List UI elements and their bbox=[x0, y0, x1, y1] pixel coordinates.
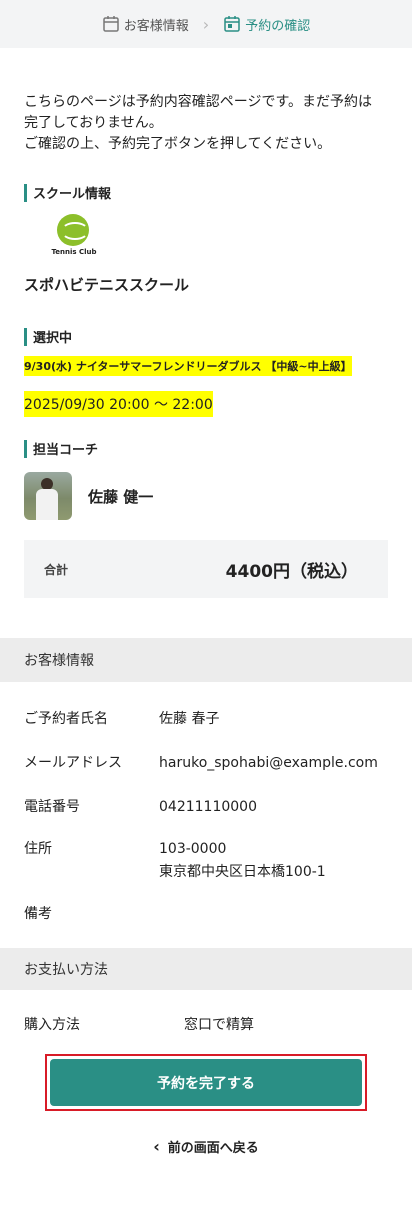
calendar-icon bbox=[224, 16, 240, 32]
school-name: スポハビテニススクール bbox=[24, 276, 190, 294]
customer-section-header: お客様情報 bbox=[0, 638, 412, 682]
total-value: 4400円（税込） bbox=[225, 561, 358, 582]
customer-info: ご予約者氏名 佐藤 春子 メールアドレス haruko_spohabi@exam… bbox=[0, 708, 412, 926]
heading-text: 担当コーチ bbox=[33, 443, 99, 458]
chevron-left-icon: ‹ bbox=[153, 1137, 160, 1156]
payment-value: 窓口で精算 bbox=[184, 1017, 254, 1033]
info-label: 住所 bbox=[24, 841, 52, 857]
avatar bbox=[24, 472, 72, 520]
complete-reservation-button[interactable]: 予約を完了する bbox=[50, 1059, 362, 1106]
info-label: メールアドレス bbox=[24, 755, 122, 771]
school-logo: Tennis Club bbox=[49, 214, 99, 262]
payment-row: 購入方法 窓口で精算 bbox=[0, 1014, 412, 1034]
step-label: お客様情報 bbox=[123, 18, 189, 34]
calendar-icon bbox=[103, 16, 119, 32]
payment-label: 購入方法 bbox=[24, 1017, 80, 1033]
selection-heading: 選択中 bbox=[24, 327, 388, 346]
progress-stepper: お客様情報 › 予約の確認 bbox=[0, 0, 412, 48]
heading-bar bbox=[24, 327, 27, 346]
address-zip: 103-0000 bbox=[159, 841, 227, 857]
lesson-datetime: 2025/09/30 20:00 〜 22:00 bbox=[24, 391, 213, 417]
info-value: haruko_spohabi@example.com bbox=[159, 755, 378, 771]
info-label: 電話番号 bbox=[24, 799, 80, 815]
payment-section-header: お支払い方法 bbox=[0, 948, 412, 990]
tennis-ball-icon bbox=[57, 214, 89, 246]
intro-line: 完了しておりません。 bbox=[24, 115, 163, 131]
info-label: 備考 bbox=[24, 906, 52, 922]
info-row-phone: 電話番号 04211110000 bbox=[24, 796, 388, 819]
coach-heading: 担当コーチ bbox=[24, 439, 388, 458]
address-line: 東京都中央区日本橋100-1 bbox=[159, 864, 326, 880]
school-heading: スクール情報 bbox=[24, 183, 388, 202]
step-label: 予約の確認 bbox=[245, 18, 311, 34]
intro-text: こちらのページは予約内容確認ページです。まだ予約は 完了しておりません。 ご確認… bbox=[24, 92, 388, 155]
heading-text: スクール情報 bbox=[33, 187, 112, 202]
logo-text: Tennis Club bbox=[51, 248, 97, 256]
heading-bar bbox=[24, 183, 27, 202]
chevron-right-icon: › bbox=[202, 14, 210, 34]
complete-button-focus-ring: 予約を完了する bbox=[45, 1054, 367, 1111]
info-label: ご予約者氏名 bbox=[24, 711, 108, 727]
info-row-email: メールアドレス haruko_spohabi@example.com bbox=[24, 752, 388, 775]
total-label: 合計 bbox=[44, 562, 69, 577]
lesson-title: 9/30(水) ナイターサマーフレンドリーダブルス 【中級~中上級】 bbox=[24, 356, 352, 376]
back-label: 前の画面へ戻る bbox=[167, 1141, 259, 1156]
info-value: 04211110000 bbox=[159, 799, 257, 815]
info-value: 佐藤 春子 bbox=[159, 711, 220, 727]
info-value bbox=[159, 903, 388, 926]
total-box: 合計 4400円（税込） bbox=[24, 540, 388, 598]
intro-line: ご確認の上、予約完了ボタンを押してください。 bbox=[24, 136, 332, 152]
info-row-name: ご予約者氏名 佐藤 春子 bbox=[24, 708, 388, 731]
coach-card: 佐藤 健一 bbox=[24, 472, 388, 520]
coach-name: 佐藤 健一 bbox=[88, 487, 154, 506]
heading-bar bbox=[24, 439, 27, 458]
step-customer-info: お客様情報 bbox=[102, 15, 189, 34]
info-row-notes: 備考 bbox=[24, 903, 388, 926]
step-confirm: 予約の確認 bbox=[223, 15, 310, 34]
intro-line: こちらのページは予約内容確認ページです。まだ予約は bbox=[24, 94, 373, 110]
heading-text: 選択中 bbox=[33, 331, 73, 346]
back-link[interactable]: ‹ 前の画面へ戻る bbox=[0, 1137, 412, 1156]
info-row-address: 住所 103-0000 東京都中央区日本橋100-1 bbox=[24, 838, 388, 884]
reservation-summary: こちらのページは予約内容確認ページです。まだ予約は 完了しておりません。 ご確認… bbox=[0, 92, 412, 598]
info-value: 103-0000 東京都中央区日本橋100-1 bbox=[159, 838, 388, 884]
